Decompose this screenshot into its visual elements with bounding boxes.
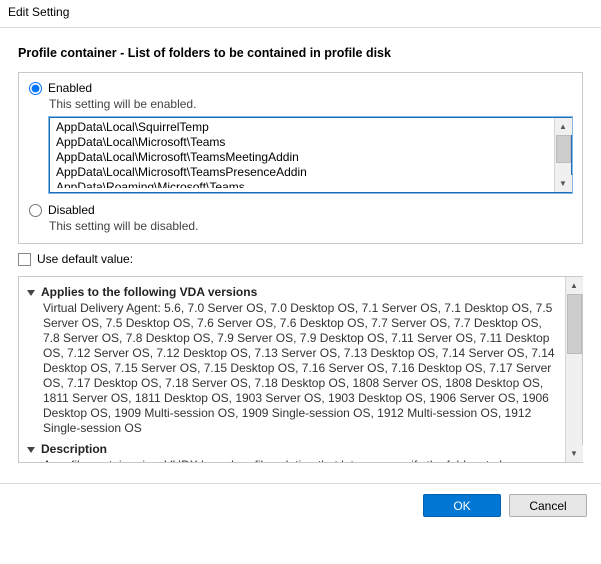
description-heading-text: Description xyxy=(41,442,107,457)
disabled-hint: This setting will be disabled. xyxy=(49,219,572,233)
enabled-label: Enabled xyxy=(48,81,92,95)
applies-header[interactable]: Applies to the following VDA versions xyxy=(27,285,557,300)
info-body: Applies to the following VDA versions Vi… xyxy=(19,277,565,462)
list-item[interactable]: AppData\Local\Microsoft\Teams xyxy=(56,135,548,150)
enabled-hint: This setting will be enabled. xyxy=(49,97,572,111)
use-default-label: Use default value: xyxy=(37,252,133,266)
chevron-down-icon xyxy=(27,447,35,453)
scroll-down-icon[interactable]: ▼ xyxy=(566,445,583,462)
disabled-radio-row[interactable]: Disabled xyxy=(29,203,572,217)
list-item[interactable]: AppData\Local\SquirrelTemp xyxy=(56,120,548,135)
list-item[interactable]: AppData\Local\Microsoft\TeamsPresenceAdd… xyxy=(56,165,548,180)
list-item[interactable]: AppData\Roaming\Microsoft\Teams xyxy=(56,180,548,188)
cancel-button[interactable]: Cancel xyxy=(509,494,587,517)
window-title: Edit Setting xyxy=(8,5,69,19)
scroll-down-icon[interactable]: ▼ xyxy=(555,175,572,192)
list-scrollbar[interactable]: ▲ ▼ xyxy=(554,118,571,192)
use-default-row[interactable]: Use default value: xyxy=(18,252,583,266)
folder-list-body[interactable]: AppData\Local\SquirrelTemp AppData\Local… xyxy=(50,118,554,192)
enabled-radio[interactable] xyxy=(29,82,42,95)
value-group: Enabled This setting will be enabled. Ap… xyxy=(18,72,583,244)
title-bar: Edit Setting xyxy=(0,0,601,28)
info-panel: Applies to the following VDA versions Vi… xyxy=(18,276,583,463)
scroll-thumb[interactable] xyxy=(567,294,582,354)
disabled-label: Disabled xyxy=(48,203,95,217)
description-header[interactable]: Description xyxy=(27,442,557,457)
list-item[interactable]: AppData\Local\Microsoft\TeamsMeetingAddi… xyxy=(56,150,548,165)
scroll-up-icon[interactable]: ▲ xyxy=(566,277,583,294)
applies-text: Virtual Delivery Agent: 5.6, 7.0 Server … xyxy=(43,301,557,436)
disabled-radio[interactable] xyxy=(29,204,42,217)
dialog-footer: OK Cancel xyxy=(0,484,601,527)
scroll-thumb[interactable] xyxy=(556,135,571,163)
chevron-down-icon xyxy=(27,290,35,296)
applies-heading-text: Applies to the following VDA versions xyxy=(41,285,257,300)
enabled-radio-row[interactable]: Enabled xyxy=(29,81,572,95)
use-default-checkbox[interactable] xyxy=(18,253,31,266)
folder-list[interactable]: AppData\Local\SquirrelTemp AppData\Local… xyxy=(49,117,572,193)
dialog-content: Profile container - List of folders to b… xyxy=(0,28,601,463)
scroll-up-icon[interactable]: ▲ xyxy=(555,118,572,135)
ok-button[interactable]: OK xyxy=(423,494,501,517)
setting-title: Profile container - List of folders to b… xyxy=(18,46,583,60)
description-text: A profile container is a VHDX based prof… xyxy=(43,458,557,462)
info-scrollbar[interactable]: ▲ ▼ xyxy=(565,277,582,462)
